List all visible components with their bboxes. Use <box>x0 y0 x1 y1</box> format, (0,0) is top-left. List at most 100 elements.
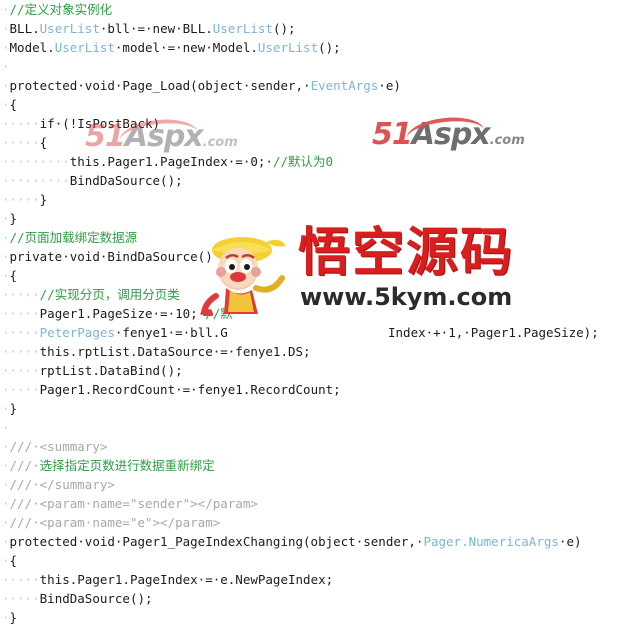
whitespace-marker: ····· <box>2 306 40 321</box>
code-token-comment: //默 <box>205 306 233 321</box>
code-token-plain: { <box>39 135 48 150</box>
whitespace-marker: · <box>2 21 10 36</box>
code-line[interactable]: ·····rptList.DataBind(); <box>0 361 638 380</box>
code-line[interactable]: ·····this.Pager1.PageIndex·=·e.NewPageIn… <box>0 570 638 589</box>
code-line[interactable]: ·····} <box>0 190 638 209</box>
whitespace-marker: ····· <box>2 135 40 150</box>
code-token-plain: ·e) <box>558 534 582 549</box>
code-line[interactable]: ·····this.rptList.DataSource·=·fenye1.DS… <box>0 342 638 361</box>
code-line[interactable]: ·········this.Pager1.PageIndex·=·0;·//默认… <box>0 152 638 171</box>
whitespace-marker: ····· <box>2 116 40 131</box>
whitespace-marker: · <box>2 2 10 17</box>
code-line[interactable]: ·BLL.UserList·bll·=·new·BLL.UserList(); <box>0 19 638 38</box>
whitespace-marker: · <box>2 610 10 625</box>
whitespace-marker: ····· <box>2 382 40 397</box>
code-token-type: UserList <box>39 21 100 36</box>
code-line[interactable]: ·//页面加载绑定数据源 <box>0 228 638 247</box>
code-token-plain: } <box>9 610 18 625</box>
code-token-type: EventArgs <box>310 78 379 93</box>
code-line[interactable]: ·///·</summary> <box>0 475 638 494</box>
whitespace-marker: · <box>2 78 10 93</box>
code-token-plain: { <box>9 553 18 568</box>
code-token-type: Pager.NumericaArgs <box>423 534 559 549</box>
code-line[interactable]: ·{ <box>0 551 638 570</box>
code-line[interactable]: ·///·<param·name="sender"></param> <box>0 494 638 513</box>
code-token-plain: ·e) <box>378 78 401 93</box>
code-line[interactable]: ·Model.UserList·model·=·new·Model.UserLi… <box>0 38 638 57</box>
code-token-type: UserList <box>257 40 319 55</box>
whitespace-marker: · <box>2 553 10 568</box>
whitespace-marker: · <box>2 268 10 283</box>
whitespace-marker: ····· <box>2 325 40 340</box>
code-token-doc: ///·<param·name="sender"></param> <box>9 496 258 511</box>
code-line[interactable]: ·protected·void·Page_Load(object·sender,… <box>0 76 638 95</box>
whitespace-marker: · <box>2 401 10 416</box>
code-line[interactable]: ·} <box>0 209 638 228</box>
code-line[interactable]: ·///·选择指定页数进行数据重新绑定 <box>0 456 638 475</box>
code-token-comment: //默认为0 <box>272 154 334 169</box>
code-line[interactable]: · <box>0 418 638 437</box>
code-token-doc-cn: 选择指定页数进行数据重新绑定 <box>39 458 215 473</box>
code-token-plain: { <box>9 268 18 283</box>
whitespace-marker: · <box>2 249 10 264</box>
code-token-doc: ///·</summary> <box>9 477 115 492</box>
code-line[interactable]: ·///·<summary> <box>0 437 638 456</box>
code-line[interactable]: ·///·<param·name="e"></param> <box>0 513 638 532</box>
code-line-overflow-tail: Index·+·1,·Pager1.PageSize); <box>388 325 599 340</box>
whitespace-marker: ········· <box>2 173 70 188</box>
code-line[interactable]: ·····Pager1.PageSize·=·10;·//默 <box>0 304 638 323</box>
code-line[interactable]: ·private·void·BindDaSource() <box>0 247 638 266</box>
code-token-plain: Pager1.PageSize·=·10;· <box>39 306 206 321</box>
code-token-plain: rptList.DataBind(); <box>39 363 183 378</box>
whitespace-marker: · <box>2 211 10 226</box>
code-token-type: PeterPages <box>39 325 115 340</box>
code-token-plain: if·(!IsPostBack) <box>39 116 161 131</box>
code-token-plain: BLL. <box>9 21 40 36</box>
code-line[interactable]: ·····if·(!IsPostBack) <box>0 114 638 133</box>
code-token-plain: this.Pager1.PageIndex·=·0;· <box>69 154 273 169</box>
code-token-plain: } <box>39 192 48 207</box>
code-token-plain: (); <box>272 21 296 36</box>
whitespace-marker: ····· <box>2 363 40 378</box>
code-line[interactable]: ·····Pager1.RecordCount·=·fenye1.RecordC… <box>0 380 638 399</box>
whitespace-marker: · <box>2 496 10 511</box>
whitespace-marker: · <box>2 477 10 492</box>
code-line[interactable]: ·{ <box>0 95 638 114</box>
code-line[interactable]: ·} <box>0 608 638 627</box>
whitespace-marker: · <box>2 59 10 74</box>
whitespace-marker: · <box>2 515 10 530</box>
code-token-type: UserList <box>212 21 273 36</box>
code-line[interactable]: ·········BindDaSource(); <box>0 171 638 190</box>
whitespace-marker: · <box>2 40 10 55</box>
code-line[interactable]: ·//定义对象实例化 <box>0 0 638 19</box>
whitespace-marker: ····· <box>2 591 40 606</box>
code-line[interactable]: ·····BindDaSource(); <box>0 589 638 608</box>
whitespace-marker: ····· <box>2 572 40 587</box>
code-token-plain: Model. <box>9 40 55 55</box>
code-token-plain: this.rptList.DataSource·=·fenye1.DS; <box>39 344 311 359</box>
whitespace-marker: · <box>2 420 10 435</box>
code-token-doc: ///· <box>9 458 40 473</box>
code-token-plain: ·bll·=·new·BLL. <box>99 21 213 36</box>
code-line[interactable]: ·····PeterPages·fenye1·=·bll.G Index·+·1,… <box>0 323 638 342</box>
code-line[interactable]: ·} <box>0 399 638 418</box>
whitespace-marker: ········· <box>2 154 70 169</box>
code-line[interactable]: · <box>0 57 638 76</box>
code-token-type: UserList <box>54 40 115 55</box>
code-token-plain: protected·void·Pager1_PageIndexChanging(… <box>9 534 424 549</box>
code-token-plain: this.Pager1.PageIndex·=·e.NewPageIndex; <box>39 572 334 587</box>
code-line[interactable]: ·····//实现分页，调用分页类 <box>0 285 638 304</box>
code-token-plain: Pager1.RecordCount·=·fenye1.RecordCount; <box>39 382 341 397</box>
code-token-comment: //实现分页，调用分页类 <box>39 287 180 302</box>
whitespace-marker: · <box>2 439 10 454</box>
whitespace-marker: · <box>2 534 10 549</box>
code-line[interactable]: ·{ <box>0 266 638 285</box>
code-token-plain: ·fenye1·=·bll.G <box>114 325 228 340</box>
code-line[interactable]: ·····{ <box>0 133 638 152</box>
code-token-plain: private·void·BindDaSource() <box>9 249 213 264</box>
code-token-plain: { <box>9 97 18 112</box>
code-token-comment: //页面加载绑定数据源 <box>9 230 138 245</box>
code-token-doc: ///·<summary> <box>9 439 108 454</box>
code-token-plain: BindDaSource(); <box>69 173 183 188</box>
code-token-plain: BindDaSource(); <box>39 591 153 606</box>
